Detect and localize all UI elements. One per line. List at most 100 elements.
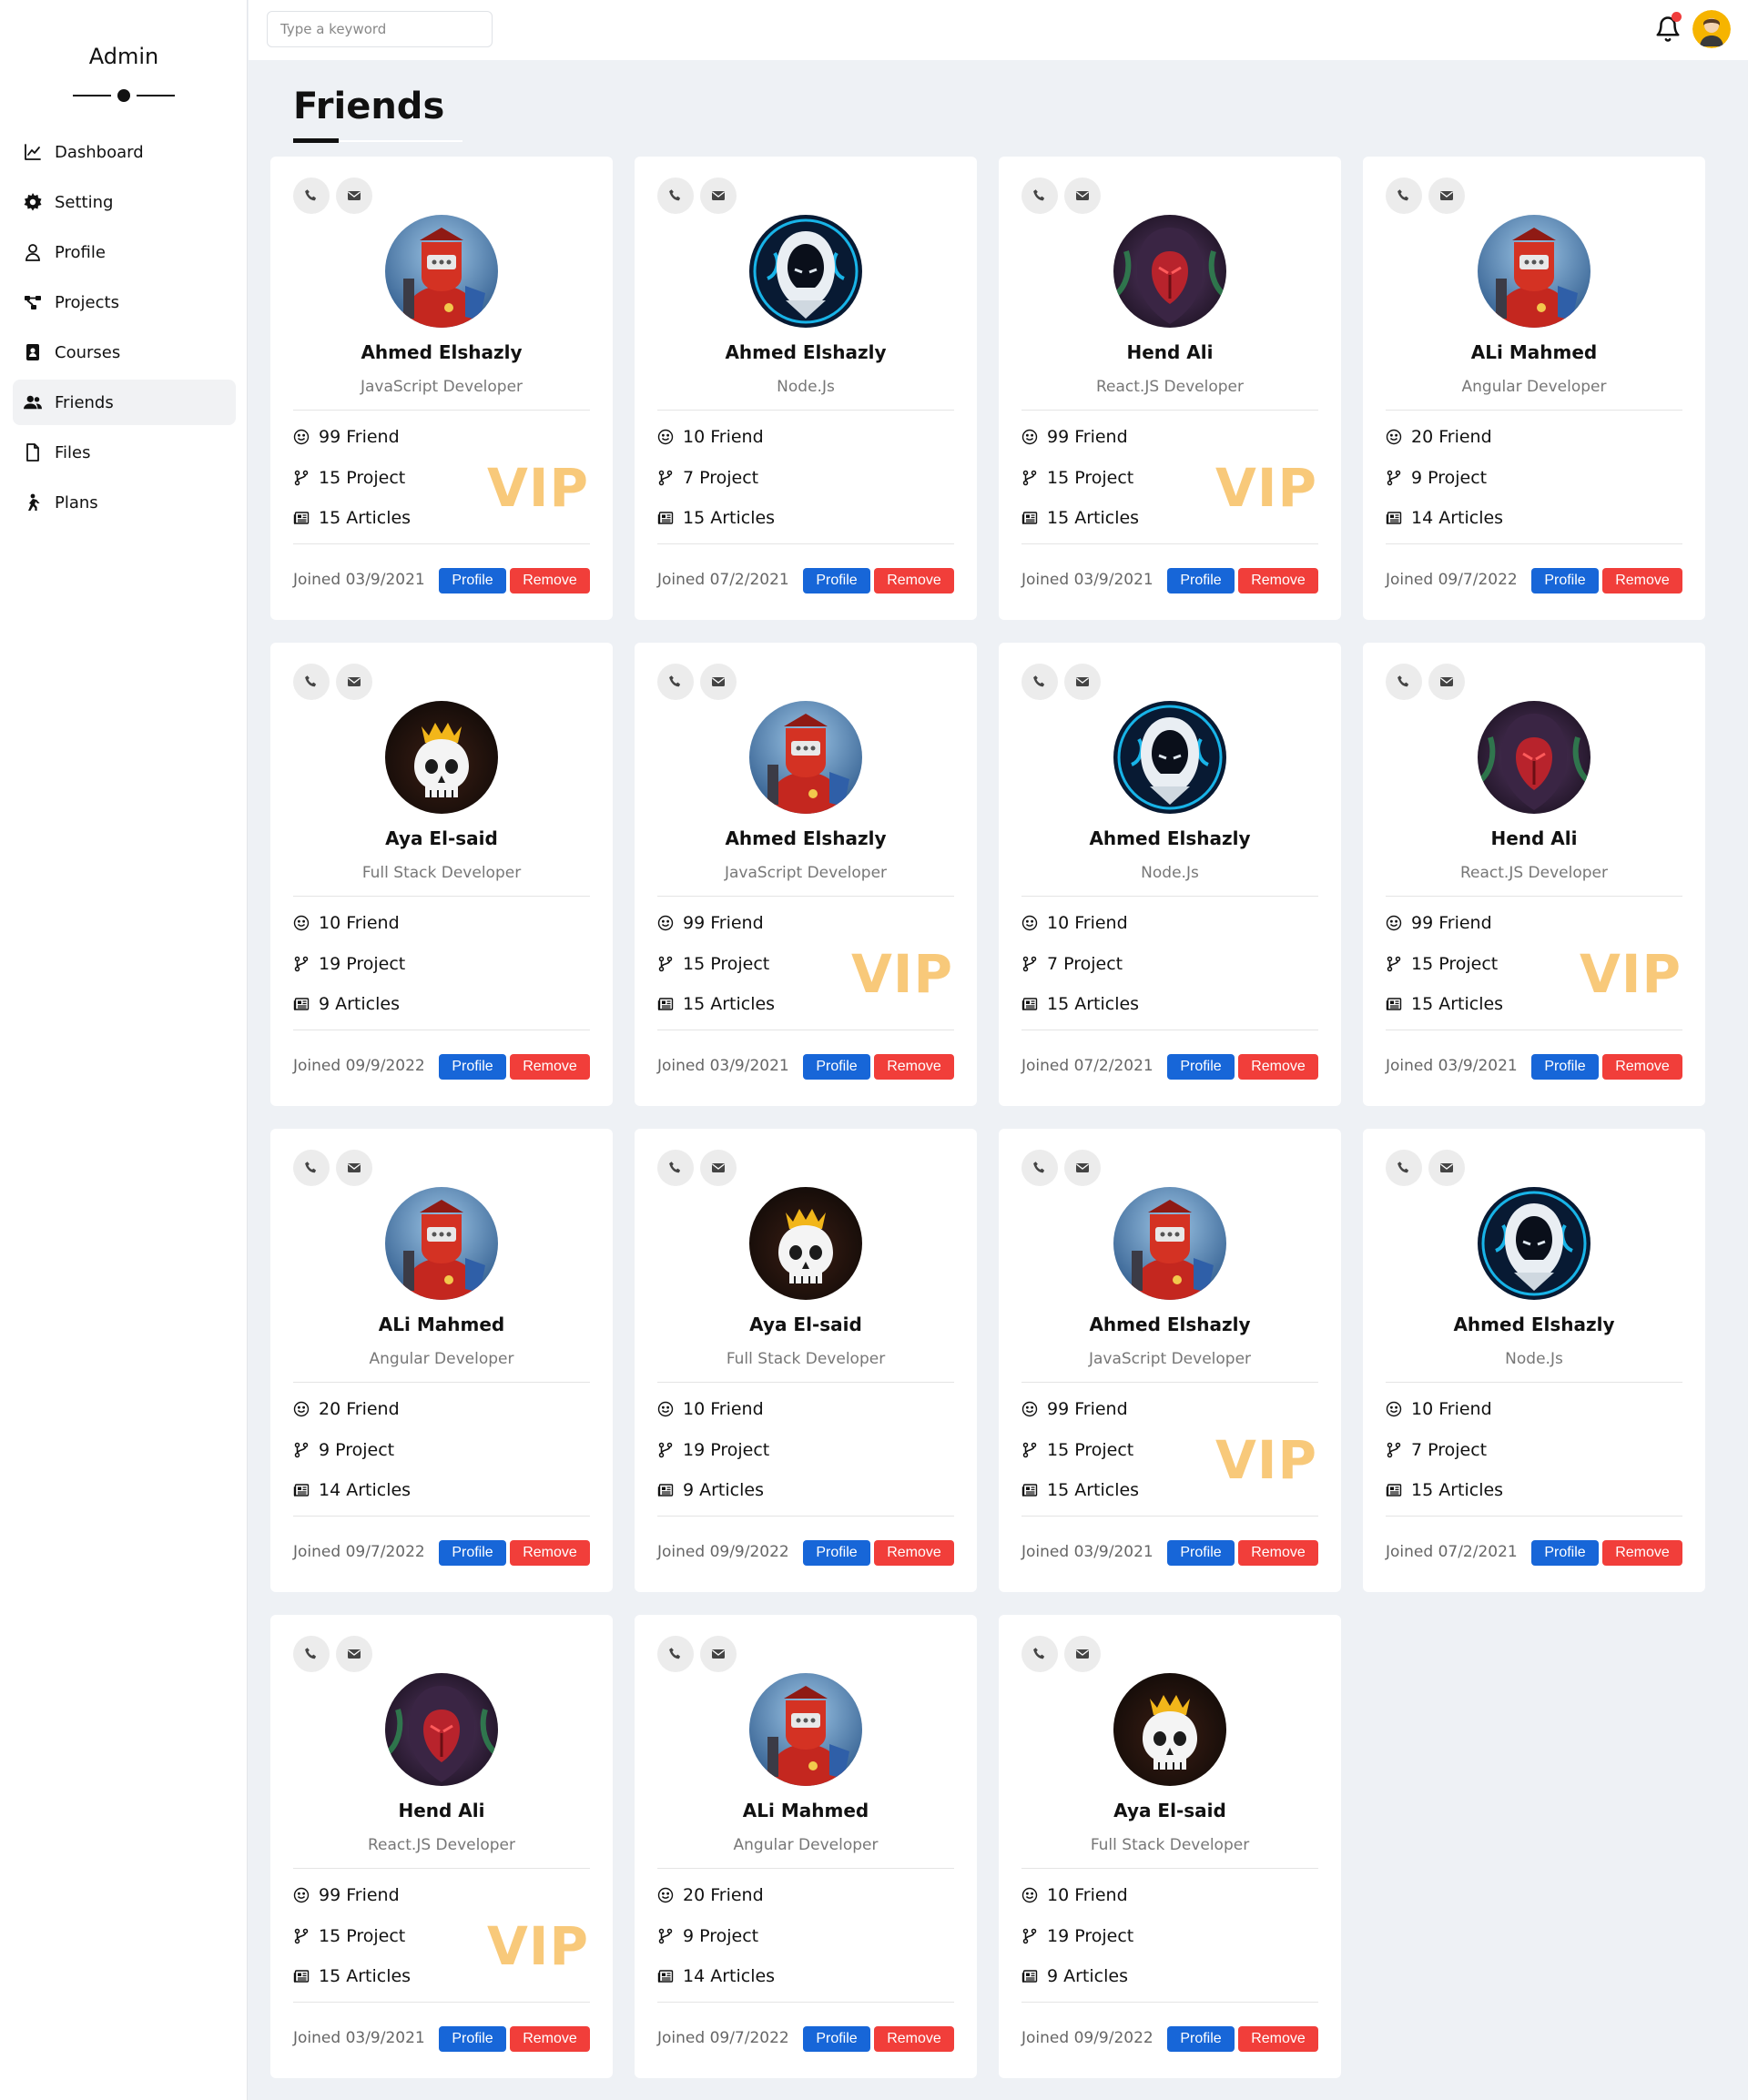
sidebar-item-dashboard[interactable]: Dashboard	[13, 129, 236, 175]
remove-button[interactable]: Remove	[1238, 568, 1318, 593]
friend-name: Ahmed Elshazly	[1089, 827, 1251, 849]
divider	[1386, 1382, 1682, 1383]
envelope-icon[interactable]	[700, 664, 737, 700]
phone-icon[interactable]	[1021, 664, 1058, 700]
envelope-icon[interactable]	[336, 1150, 372, 1186]
divider	[1021, 1868, 1318, 1869]
phone-icon[interactable]	[1386, 664, 1422, 700]
phone-icon[interactable]	[657, 664, 694, 700]
smile-icon	[657, 1887, 674, 1903]
sidebar-item-friends[interactable]: Friends	[13, 380, 236, 425]
envelope-icon[interactable]	[336, 664, 372, 700]
friend-count-label: 10 Friend	[1411, 1399, 1492, 1419]
phone-icon[interactable]	[293, 664, 330, 700]
phone-icon[interactable]	[293, 1636, 330, 1672]
profile-button[interactable]: Profile	[439, 2026, 506, 2052]
profile-button[interactable]: Profile	[1167, 568, 1235, 593]
envelope-icon[interactable]	[336, 1636, 372, 1672]
newspaper-icon	[657, 996, 674, 1012]
friend-name: Aya El-said	[749, 1314, 862, 1335]
profile-button[interactable]: Profile	[1531, 568, 1599, 593]
envelope-icon[interactable]	[700, 178, 737, 214]
remove-button[interactable]: Remove	[1602, 1540, 1682, 1566]
remove-button[interactable]: Remove	[1238, 1540, 1318, 1566]
envelope-icon[interactable]	[336, 178, 372, 214]
profile-button[interactable]: Profile	[803, 2026, 870, 2052]
remove-button[interactable]: Remove	[874, 568, 954, 593]
sidebar-item-projects[interactable]: Projects	[13, 279, 236, 325]
remove-button[interactable]: Remove	[1602, 568, 1682, 593]
envelope-icon[interactable]	[1428, 1150, 1465, 1186]
friend-count: 99 Friend	[1386, 912, 1492, 934]
envelope-icon[interactable]	[1064, 1636, 1101, 1672]
profile-button[interactable]: Profile	[803, 568, 870, 593]
divider	[293, 2002, 590, 2003]
remove-button[interactable]: Remove	[510, 1054, 590, 1080]
project-count-label: 19 Project	[683, 1440, 770, 1460]
profile-button[interactable]: Profile	[1167, 1054, 1235, 1080]
envelope-icon[interactable]	[700, 1150, 737, 1186]
remove-button[interactable]: Remove	[874, 1540, 954, 1566]
smile-icon	[1021, 1401, 1038, 1417]
sidebar-item-setting[interactable]: Setting	[13, 179, 236, 225]
user-avatar[interactable]	[1692, 10, 1731, 48]
code-branch-icon	[657, 956, 674, 972]
phone-icon[interactable]	[657, 1150, 694, 1186]
phone-icon[interactable]	[1021, 1150, 1058, 1186]
remove-button[interactable]: Remove	[510, 1540, 590, 1566]
profile-button[interactable]: Profile	[803, 1540, 870, 1566]
vip-badge: VIP	[851, 943, 953, 1005]
newspaper-icon	[1021, 1482, 1038, 1498]
profile-button[interactable]: Profile	[1167, 1540, 1235, 1566]
profile-button[interactable]: Profile	[1531, 1054, 1599, 1080]
phone-icon[interactable]	[293, 178, 330, 214]
remove-button[interactable]: Remove	[1602, 1054, 1682, 1080]
sidebar-item-profile[interactable]: Profile	[13, 229, 236, 275]
divider	[293, 1516, 590, 1517]
newspaper-icon	[1021, 996, 1038, 1012]
newspaper-icon	[1386, 510, 1402, 526]
sidebar-item-plans[interactable]: Plans	[13, 480, 236, 525]
remove-button[interactable]: Remove	[510, 568, 590, 593]
remove-button[interactable]: Remove	[510, 2026, 590, 2052]
envelope-icon[interactable]	[1428, 664, 1465, 700]
sidebar-item-courses[interactable]: Courses	[13, 330, 236, 375]
profile-button[interactable]: Profile	[803, 1054, 870, 1080]
profile-button[interactable]: Profile	[1167, 2026, 1235, 2052]
smile-icon	[657, 915, 674, 931]
profile-button[interactable]: Profile	[439, 1540, 506, 1566]
phone-icon[interactable]	[1386, 1150, 1422, 1186]
project-count: 15 Project	[293, 1925, 405, 1947]
remove-button[interactable]: Remove	[874, 2026, 954, 2052]
friend-role: JavaScript Developer	[1088, 1350, 1252, 1368]
profile-button[interactable]: Profile	[1531, 1540, 1599, 1566]
remove-button[interactable]: Remove	[1238, 1054, 1318, 1080]
profile-button[interactable]: Profile	[439, 568, 506, 593]
project-count: 19 Project	[657, 1439, 769, 1461]
divider	[657, 1868, 954, 1869]
envelope-icon[interactable]	[1428, 178, 1465, 214]
profile-button[interactable]: Profile	[439, 1054, 506, 1080]
friend-avatar	[1478, 215, 1590, 328]
remove-button[interactable]: Remove	[1238, 2026, 1318, 2052]
remove-button[interactable]: Remove	[874, 1054, 954, 1080]
code-branch-icon	[657, 470, 674, 486]
phone-icon[interactable]	[1021, 1636, 1058, 1672]
phone-icon[interactable]	[657, 178, 694, 214]
envelope-icon[interactable]	[1064, 664, 1101, 700]
phone-icon[interactable]	[1386, 178, 1422, 214]
phone-icon[interactable]	[657, 1636, 694, 1672]
article-count-label: 15 Articles	[1411, 1480, 1504, 1500]
envelope-icon[interactable]	[1064, 178, 1101, 214]
smile-icon	[1386, 1401, 1402, 1417]
search-input[interactable]	[267, 11, 493, 47]
envelope-icon[interactable]	[1064, 1150, 1101, 1186]
friend-card: Hend Ali React.JS Developer 99 Friend 15 Pr…	[270, 1615, 613, 2078]
friend-avatar	[749, 215, 862, 328]
phone-icon[interactable]	[293, 1150, 330, 1186]
phone-icon[interactable]	[1021, 178, 1058, 214]
project-count-label: 15 Project	[1047, 1440, 1134, 1460]
sidebar-item-files[interactable]: Files	[13, 430, 236, 475]
divider	[1021, 896, 1318, 897]
envelope-icon[interactable]	[700, 1636, 737, 1672]
